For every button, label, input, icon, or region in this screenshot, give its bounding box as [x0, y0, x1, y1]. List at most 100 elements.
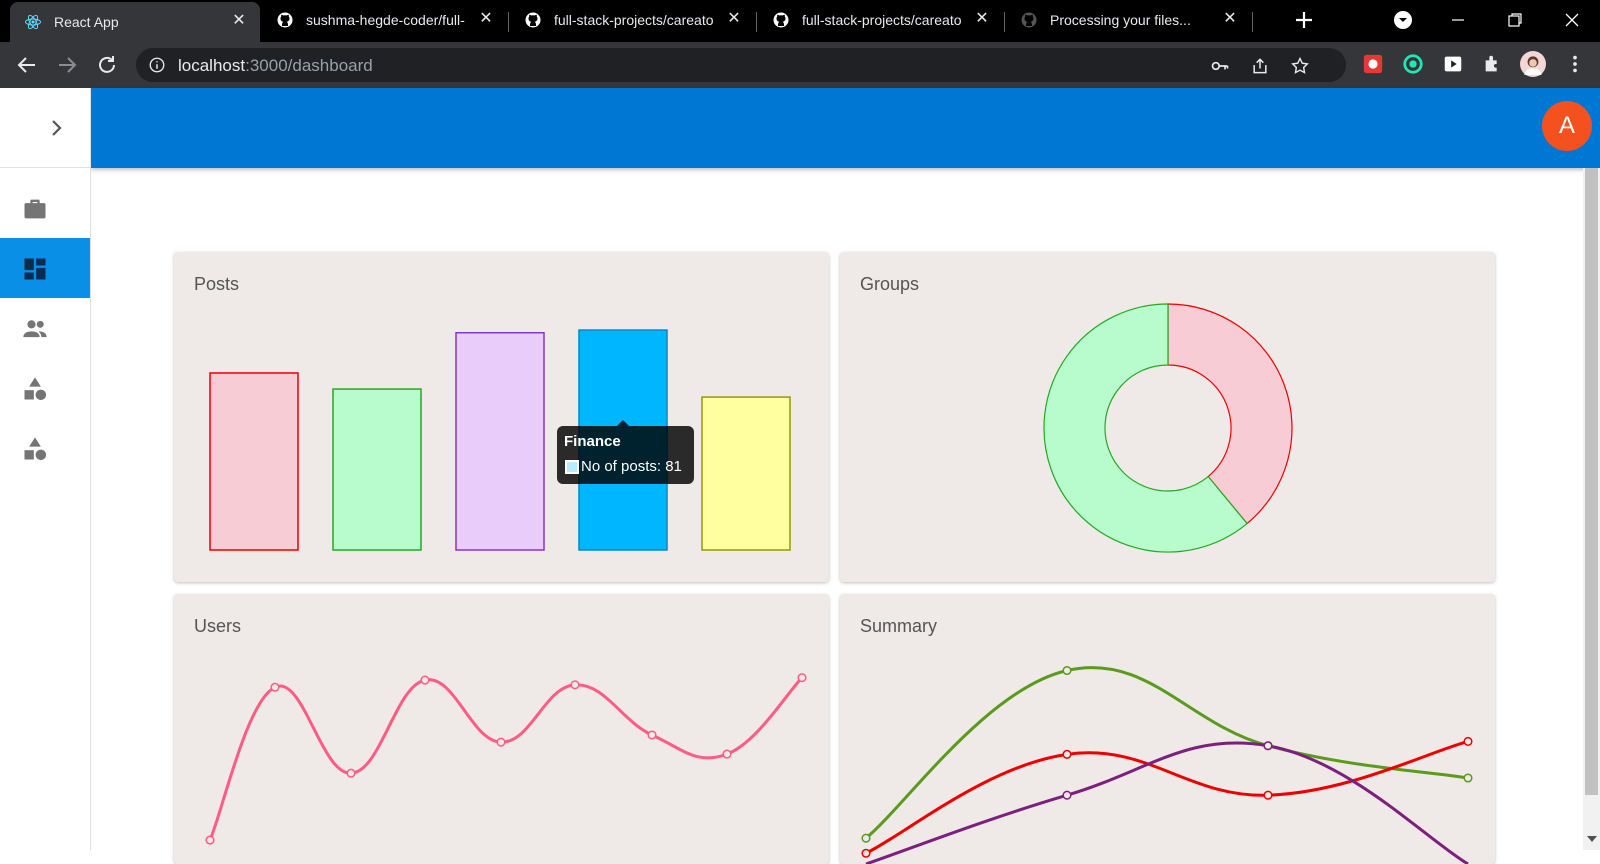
minimize-icon[interactable] — [1446, 8, 1470, 32]
series-line-2 — [865, 741, 1469, 864]
bar-0 — [209, 372, 299, 551]
tooltip-label: No of posts: 81 — [581, 458, 682, 475]
card-title: Summary — [860, 616, 938, 636]
data-point-1-0 — [861, 848, 871, 858]
close-window-icon[interactable] — [1560, 8, 1584, 32]
dashboard-icon — [24, 258, 46, 280]
nav-item-category-1[interactable] — [0, 358, 90, 418]
tab-title: Processing your files... — [1050, 12, 1191, 28]
github-icon — [1021, 12, 1037, 28]
series-line-0 — [208, 676, 804, 841]
series-line-0 — [865, 666, 1469, 840]
data-point-1-2 — [1263, 790, 1273, 800]
close-icon[interactable]: ✕ — [725, 10, 743, 28]
summary-card: Summary — [840, 594, 1495, 864]
new-tab-icon[interactable] — [1292, 8, 1316, 32]
chevron-right-icon[interactable] — [44, 116, 68, 140]
people-icon — [23, 320, 47, 338]
star-icon[interactable] — [1290, 56, 1310, 76]
share-icon[interactable] — [1250, 56, 1270, 76]
card-title: Posts — [194, 274, 240, 294]
card-title: Groups — [860, 274, 920, 294]
scroll-down-arrow-icon[interactable] — [1587, 836, 1597, 842]
side-drawer — [0, 88, 91, 850]
reload-icon[interactable] — [95, 53, 119, 77]
drawer-header — [0, 88, 90, 168]
data-point-2-2 — [1263, 741, 1273, 751]
bar-2 — [455, 331, 545, 551]
users-line-chart — [205, 673, 807, 845]
tab-title: React App — [54, 14, 119, 30]
bar-1 — [332, 388, 422, 551]
forward-arrow-icon[interactable] — [55, 53, 79, 77]
restore-icon[interactable] — [1503, 8, 1527, 32]
page-scrollbar[interactable] — [1583, 168, 1600, 850]
data-point-0-4 — [496, 737, 506, 747]
tab-github-3[interactable]: full-stack-projects/careato ✕ — [758, 0, 1003, 42]
data-point-0-3 — [1463, 773, 1473, 783]
data-point-1-3 — [1463, 736, 1473, 746]
info-icon[interactable] — [148, 56, 166, 74]
close-icon[interactable]: ✕ — [230, 12, 248, 30]
back-arrow-icon[interactable] — [15, 53, 39, 77]
data-point-2-1 — [1062, 790, 1072, 800]
category-icon — [24, 377, 47, 401]
key-icon[interactable] — [1210, 56, 1230, 76]
tab-search-icon[interactable] — [1391, 8, 1415, 32]
close-icon[interactable]: ✕ — [973, 10, 991, 28]
nav-item-people[interactable] — [0, 298, 90, 358]
menu-kebab-icon[interactable] — [1564, 53, 1586, 75]
tab-react-app[interactable]: React App ✕ — [10, 2, 260, 42]
briefcase-icon — [24, 199, 46, 219]
url-path: :3000/dashboard — [245, 56, 373, 75]
close-icon[interactable]: ✕ — [1221, 10, 1239, 28]
github-icon — [277, 12, 293, 28]
tab-title: sushma-hegde-coder/full- — [306, 12, 465, 28]
puzzle-icon[interactable] — [1482, 53, 1504, 75]
category-icon — [24, 437, 47, 461]
tab-github-2[interactable]: full-stack-projects/careato ✕ — [510, 0, 755, 42]
chart-tooltip: Finance No of posts: 81 — [557, 420, 694, 484]
extension-video-icon[interactable] — [1442, 53, 1464, 75]
tooltip-title: Finance — [564, 433, 621, 450]
tab-separator — [1252, 12, 1253, 32]
data-point-0-1 — [270, 682, 280, 692]
browser-toolbar: localhost:3000/dashboard — [0, 42, 1600, 88]
tab-separator — [508, 12, 509, 32]
data-point-0-6 — [647, 730, 657, 740]
card-title: Users — [194, 616, 242, 636]
app-root: A Posts Groups Users Summary Finance No … — [0, 88, 1600, 864]
tab-github-1[interactable]: sushma-hegde-coder/full- ✕ — [262, 0, 507, 42]
tab-title: full-stack-projects/careato — [802, 12, 962, 28]
app-bar: A — [91, 88, 1600, 168]
tab-title: full-stack-projects/careato — [554, 12, 714, 28]
nav-item-category-2[interactable] — [0, 418, 90, 478]
url-text: localhost:3000/dashboard — [178, 56, 373, 76]
groups-doughnut-chart — [1043, 303, 1293, 553]
address-bar[interactable]: localhost:3000/dashboard — [136, 48, 1346, 82]
close-icon[interactable]: ✕ — [477, 10, 495, 28]
data-point-0-7 — [722, 749, 732, 759]
profile-avatar-icon[interactable] — [1520, 51, 1546, 77]
tab-processing[interactable]: Processing your files... ✕ — [1006, 0, 1251, 42]
data-point-1-1 — [1062, 749, 1072, 759]
nav-item-briefcase[interactable] — [0, 178, 90, 238]
github-icon — [525, 12, 541, 28]
users-card: Users — [174, 594, 829, 864]
browser-tab-bar: React App ✕ sushma-hegde-coder/full- ✕ f… — [0, 0, 1600, 42]
react-icon — [25, 14, 41, 30]
tooltip-swatch — [565, 460, 579, 474]
tab-separator — [756, 12, 757, 32]
bar-4 — [701, 396, 791, 551]
extension-green-icon[interactable] — [1402, 53, 1424, 75]
nav-item-dashboard[interactable] — [0, 238, 90, 298]
scrollbar-thumb[interactable] — [1585, 168, 1598, 795]
url-host: localhost — [178, 56, 246, 75]
groups-card: Groups — [840, 252, 1495, 582]
tooltip-arrow — [617, 420, 629, 426]
data-point-0-3 — [420, 675, 430, 685]
extension-red-icon[interactable] — [1362, 53, 1384, 75]
user-avatar[interactable]: A — [1542, 101, 1592, 151]
summary-line-chart — [861, 665, 1473, 864]
data-point-0-1 — [1062, 665, 1072, 676]
